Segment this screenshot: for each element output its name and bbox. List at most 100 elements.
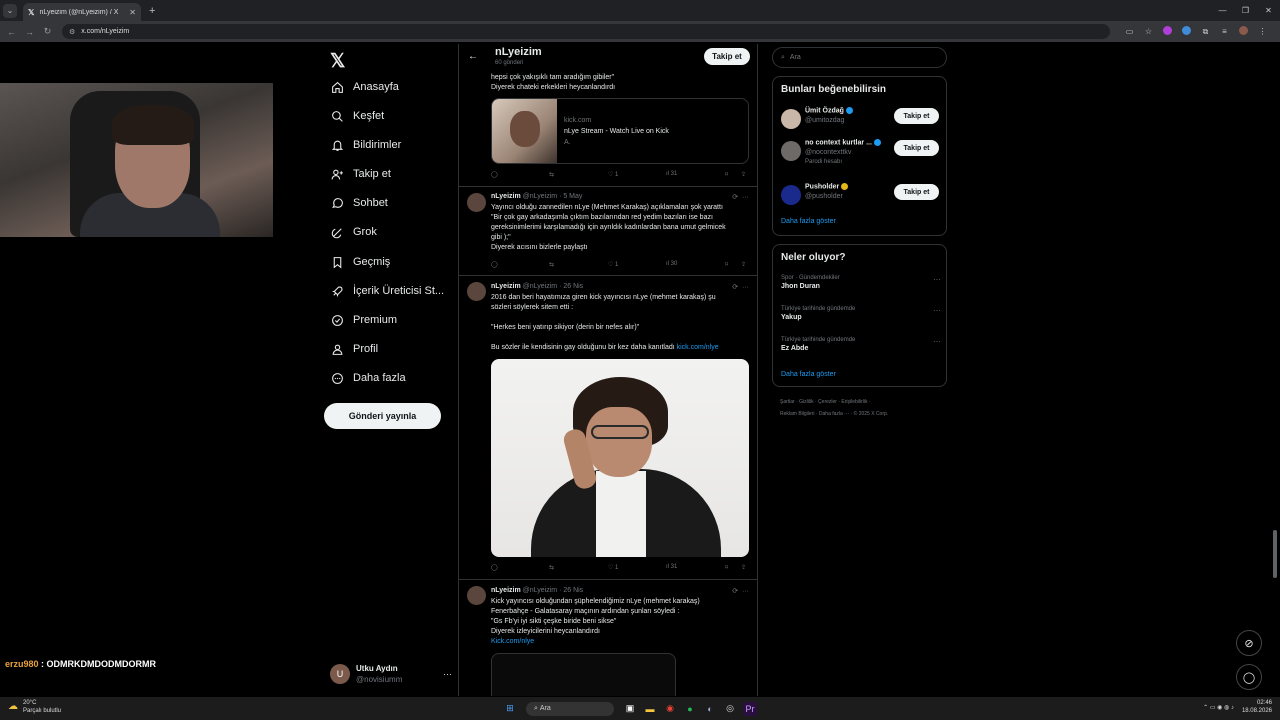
- back-icon[interactable]: ←: [5, 27, 18, 37]
- post-author[interactable]: nLyeizim: [491, 587, 521, 594]
- messages-float-button[interactable]: ◯: [1236, 664, 1262, 690]
- bookmark-star-icon[interactable]: ☆: [1139, 27, 1158, 36]
- close-window-icon[interactable]: ✕: [1257, 6, 1280, 15]
- reply-icon[interactable]: ◯: [491, 171, 498, 178]
- clock[interactable]: 02:46 18.08.2026: [1242, 699, 1272, 715]
- share-icon[interactable]: ⇪: [741, 261, 746, 268]
- share-icon[interactable]: ⇪: [741, 564, 746, 571]
- views-icon[interactable]: ıl 31: [666, 171, 677, 177]
- extension-icon[interactable]: [1177, 26, 1196, 37]
- tray-icons[interactable]: ⌃ ▭ ◉ ◍ ♪: [1203, 704, 1234, 711]
- forward-icon[interactable]: →: [23, 27, 36, 37]
- back-arrow-icon[interactable]: ←: [468, 51, 478, 62]
- address-bar[interactable]: ⚙ x.com/nLyeizim: [62, 24, 1110, 39]
- steam-icon[interactable]: ◐: [703, 702, 717, 716]
- profile-avatar-icon[interactable]: [1234, 26, 1253, 37]
- trend-item[interactable]: Spor · Gündemdekiler Jhon Duran ···: [781, 275, 941, 290]
- minimize-icon[interactable]: —: [1211, 6, 1234, 15]
- task-view-icon[interactable]: ▣: [623, 702, 637, 716]
- bookmark-icon[interactable]: ⌑: [725, 564, 728, 571]
- nav-item-creator-studio[interactable]: İçerik Üreticisi St...: [330, 284, 444, 298]
- avatar[interactable]: [467, 586, 486, 605]
- spotify-icon[interactable]: ●: [683, 702, 697, 716]
- nav-item-chat[interactable]: Sohbet: [330, 196, 388, 210]
- grok-float-button[interactable]: ⊘: [1236, 630, 1262, 656]
- share-icon[interactable]: ⇪: [741, 171, 746, 178]
- nav-item-notifications[interactable]: Bildirimler: [330, 138, 401, 152]
- views-icon[interactable]: ıl 31: [666, 564, 677, 570]
- follow-button[interactable]: Takip et: [894, 140, 939, 156]
- bookmark-icon[interactable]: ⌑: [725, 261, 728, 268]
- reply-icon[interactable]: ◯: [491, 261, 498, 268]
- extension-icon[interactable]: [1158, 26, 1177, 37]
- footer-line[interactable]: Şartlar · Gizlilik · Çerezler · Erişileb…: [780, 396, 945, 408]
- new-tab-icon[interactable]: +: [149, 5, 155, 17]
- bookmark-icon[interactable]: ⌑: [725, 171, 728, 178]
- tab-search-icon[interactable]: ⌄: [3, 3, 17, 18]
- nav-item-more[interactable]: Daha fazla: [330, 371, 406, 385]
- show-more-link[interactable]: Daha fazla göster: [781, 371, 836, 378]
- post-author[interactable]: nLyeizim: [491, 283, 521, 290]
- weather-widget[interactable]: ☁ 20°C Parçalı bulutlu: [8, 699, 61, 715]
- puzzle-icon[interactable]: ⧉: [1196, 27, 1215, 37]
- like-icon[interactable]: ♡ 1: [608, 261, 618, 268]
- nav-item-bookmarks[interactable]: Geçmiş: [330, 255, 390, 269]
- chrome-icon[interactable]: ◉: [663, 702, 677, 716]
- maximize-icon[interactable]: ❐: [1234, 6, 1257, 15]
- taskbar-search[interactable]: ⌕ Ara: [526, 701, 614, 716]
- search-input[interactable]: ⌕ Ara: [772, 47, 947, 68]
- retweet-icon[interactable]: ⇆: [549, 261, 554, 268]
- more-dots-icon[interactable]: ···: [933, 275, 941, 284]
- post-author[interactable]: nLyeizim: [491, 193, 521, 200]
- nav-item-follow[interactable]: Takip et: [330, 167, 391, 181]
- post-button[interactable]: Gönderi yayınla: [324, 403, 441, 429]
- site-info-icon[interactable]: ⚙: [69, 28, 75, 36]
- retweet-icon[interactable]: ⇆: [549, 564, 554, 571]
- post-tools[interactable]: ⟳ ···: [732, 587, 749, 595]
- more-dots-icon[interactable]: ···: [933, 337, 941, 346]
- post-tools[interactable]: ⟳ ···: [732, 283, 749, 291]
- more-dots-icon[interactable]: ···: [933, 306, 941, 315]
- nav-item-premium[interactable]: Premium: [330, 313, 397, 327]
- post-tools[interactable]: ⟳ ···: [732, 193, 749, 201]
- post-link[interactable]: kick.com/nlye: [677, 344, 719, 351]
- follow-button[interactable]: Takip et: [894, 108, 939, 124]
- follow-button[interactable]: Takip et: [894, 184, 939, 200]
- nav-item-profile[interactable]: Profil: [330, 342, 378, 356]
- nav-item-home[interactable]: Anasayfa: [330, 80, 399, 94]
- show-more-link[interactable]: Daha fazla göster: [781, 218, 836, 225]
- suggested-user[interactable]: Pusholder @pusholder Takip et: [781, 183, 941, 211]
- footer-line[interactable]: Reklam Bilgileri · Daha fazla ··· · © 20…: [780, 408, 945, 420]
- nav-item-grok[interactable]: Grok: [330, 225, 377, 239]
- file-explorer-icon[interactable]: ▬: [643, 702, 657, 716]
- avatar[interactable]: [467, 282, 486, 301]
- follow-button[interactable]: Takip et: [704, 48, 750, 65]
- close-tab-icon[interactable]: ✕: [129, 8, 136, 17]
- post-media-image[interactable]: [491, 653, 676, 696]
- views-icon[interactable]: ıl 30: [666, 261, 677, 267]
- premiere-icon[interactable]: Pr: [743, 701, 757, 716]
- trend-item[interactable]: Türkiye tarihinde gündemde Yakup ···: [781, 306, 941, 321]
- avatar[interactable]: [467, 193, 486, 212]
- app-icon[interactable]: ◎: [723, 702, 737, 716]
- windows-start-icon[interactable]: ⊞: [503, 702, 517, 716]
- reload-icon[interactable]: ↻: [41, 26, 54, 37]
- like-icon[interactable]: ♡ 1: [608, 171, 618, 178]
- reply-icon[interactable]: ◯: [491, 564, 498, 571]
- trend-item[interactable]: Türkiye tarihinde gündemde Ez Abde ···: [781, 337, 941, 352]
- suggested-user[interactable]: Ümit Özdağ @umitozdag Takip et: [781, 107, 941, 135]
- x-logo-icon[interactable]: 𝕏: [330, 50, 345, 73]
- browser-tab[interactable]: 𝕏 nLyeizim (@nLyeizim) / X ✕: [23, 3, 141, 21]
- like-icon[interactable]: ♡ 1: [608, 564, 618, 571]
- cast-icon[interactable]: ▭: [1120, 27, 1139, 36]
- page-scrollbar[interactable]: [1273, 530, 1277, 578]
- post-link[interactable]: Kick.com/nlye: [491, 637, 749, 647]
- retweet-icon[interactable]: ⇆: [549, 171, 554, 178]
- more-dots-icon[interactable]: ···: [443, 669, 452, 679]
- footer-links[interactable]: Şartlar · Gizlilik · Çerezler · Erişileb…: [780, 396, 945, 420]
- link-card[interactable]: kick.com nLye Stream - Watch Live on Kic…: [491, 98, 749, 164]
- suggested-user[interactable]: no context kurtlar ... @nocontexttkv Par…: [781, 139, 941, 167]
- post-media-image[interactable]: [491, 359, 749, 557]
- account-switcher[interactable]: U Utku Aydın @novisiumm ···: [330, 661, 452, 687]
- reading-list-icon[interactable]: ≡: [1215, 27, 1234, 36]
